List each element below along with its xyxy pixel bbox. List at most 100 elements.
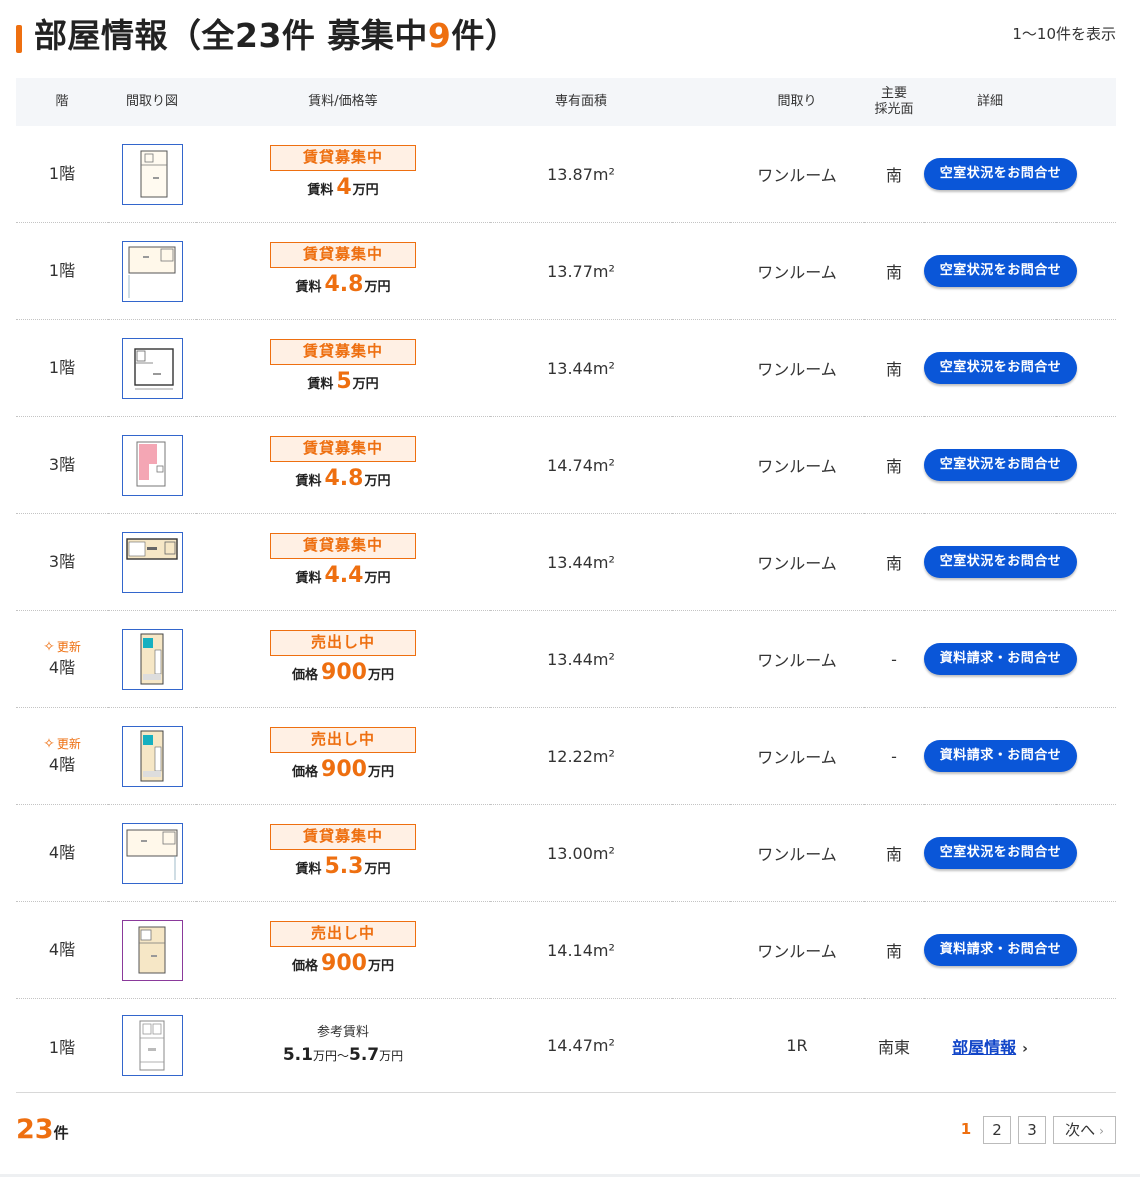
detail-cell: 資料請求・お問合せ: [924, 901, 1077, 999]
area-cell: 14.14m²: [490, 901, 672, 999]
floor-cell: 3階: [16, 416, 108, 514]
floor-cell: 1階: [16, 319, 108, 417]
status-badge: 売出し中: [270, 726, 416, 753]
col-plan: 間取り図: [108, 78, 196, 126]
status-badge: 賃貸募集中: [270, 241, 416, 268]
floor-cell: ✧ 更新 4階: [16, 707, 108, 805]
light-cell: 南: [864, 222, 924, 320]
table-row: ✧ 更新 4階 売出し中 価格 900万円 13.44m² ワンルーム - 資料請求・お問合せ: [16, 610, 1116, 708]
price-cell: 賃貸募集中 賃料 5万円: [196, 319, 490, 417]
next-page-button[interactable]: 次へ ›: [1053, 1116, 1116, 1144]
light-cell: -: [864, 707, 924, 805]
layout-cell: ワンルーム: [730, 610, 864, 708]
price-cell: 賃貸募集中賃料 4万円: [196, 126, 490, 223]
floor-label: 1階: [48, 261, 76, 280]
floor-cell: 1階: [16, 998, 108, 1093]
chevron-right-icon: ›: [1099, 1124, 1104, 1138]
price: 賃料 5万円: [307, 368, 379, 394]
room-info-link[interactable]: 部屋情報: [952, 1038, 1016, 1057]
status-badge: 賃貸募集中: [270, 144, 416, 171]
floor-plan-thumbnail[interactable]: [121, 725, 183, 787]
table-row: 4階 売出し中 価格 900万円 14.14m² ワンルーム南資料請求・お問合せ: [16, 901, 1116, 999]
inquiry-button[interactable]: 資料請求・お問合せ: [924, 740, 1077, 772]
col-layout: 間取り: [730, 78, 864, 126]
col-floor: 階: [16, 78, 108, 126]
area-cell: 13.44m²: [490, 610, 672, 708]
inquiry-button[interactable]: 空室状況をお問合せ: [924, 158, 1077, 190]
floor-label: 4階: [48, 940, 76, 959]
inquiry-button[interactable]: 空室状況をお問合せ: [924, 837, 1077, 869]
page-2-button[interactable]: 2: [983, 1116, 1011, 1144]
light-cell: 南: [864, 126, 924, 223]
inquiry-button[interactable]: 資料請求・お問合せ: [924, 643, 1077, 675]
floor-plan-thumbnail[interactable]: [121, 919, 183, 981]
chevron-right-icon: ›: [1022, 1040, 1028, 1057]
page-3-button[interactable]: 3: [1018, 1116, 1046, 1144]
floor-plan-thumbnail[interactable]: [121, 240, 183, 302]
price-cell: 売出し中 価格 900万円: [196, 901, 490, 999]
table-row: 4階 賃貸募集中 賃料 5.3万円 13.00m² ワンルーム南空室状況をお問合せ: [16, 804, 1116, 902]
floor-label: 1階: [48, 164, 76, 183]
price: 賃料 4万円: [307, 174, 379, 200]
sparkle-icon: ✧: [43, 736, 55, 752]
area-cell: 14.74m²: [490, 416, 672, 514]
reference-rent-label: 参考賃料: [316, 1025, 369, 1040]
table-row: 1階 賃貸募集中 賃料 5万円 13.44m² ワンルーム南空室状況をお問合せ: [16, 319, 1116, 417]
page-1-button[interactable]: 1: [956, 1116, 976, 1144]
price-cell: 賃貸募集中賃料 5.3万円: [196, 804, 490, 902]
detail-cell: 空室状況をお問合せ: [924, 319, 1077, 417]
col-price: 賃料/価格等: [196, 78, 490, 126]
price: 価格 900万円: [292, 659, 394, 685]
detail-cell: 部屋情報 ›: [924, 998, 1056, 1093]
price-cell: 賃貸募集中 賃料 4.8万円: [196, 222, 490, 320]
updated-badge: ✧ 更新: [43, 736, 81, 752]
page-title: 部屋情報（全23件 募集中9件）: [34, 16, 519, 55]
layout-cell: ワンルーム: [730, 416, 864, 514]
col-detail: 詳細: [924, 78, 1056, 126]
price-cell: 売出し中価格 900万円: [196, 707, 490, 805]
inquiry-button[interactable]: 空室状況をお問合せ: [924, 546, 1077, 578]
floor-cell: 1階: [16, 222, 108, 320]
inquiry-button[interactable]: 資料請求・お問合せ: [924, 934, 1077, 966]
area-cell: 13.44m²: [490, 513, 672, 611]
floor-plan-thumbnail[interactable]: [121, 531, 183, 593]
table-row: 1階 賃貸募集中 賃料 4.8万円 13.77m² ワンルーム南空室状況をお問合せ: [16, 222, 1116, 320]
floor-label: 3階: [48, 552, 76, 571]
light-cell: 南: [864, 319, 924, 417]
floor-plan-thumbnail[interactable]: [121, 143, 183, 205]
detail-cell: 資料請求・お問合せ: [924, 707, 1077, 805]
light-cell: 南: [864, 513, 924, 611]
floor-label: 4階: [48, 658, 76, 677]
light-cell: 南: [864, 416, 924, 514]
pagination: 1 2 3 次へ ›: [949, 1116, 1116, 1144]
light-cell: 南東: [864, 998, 924, 1093]
inquiry-button[interactable]: 空室状況をお問合せ: [924, 352, 1077, 384]
status-badge: 賃貸募集中: [270, 435, 416, 462]
floor-cell: 4階: [16, 901, 108, 999]
area-cell: 12.22m²: [490, 707, 672, 805]
floor-plan-thumbnail[interactable]: [121, 434, 183, 496]
page-header: 部屋情報（全23件 募集中9件） 1〜10件を表示: [16, 14, 1116, 58]
price: 賃料 5.3万円: [295, 853, 391, 879]
inquiry-button[interactable]: 空室状況をお問合せ: [924, 449, 1077, 481]
floor-cell: 4階: [16, 804, 108, 902]
price: 賃料 4.4万円: [295, 562, 391, 588]
total-count: 23件: [16, 1114, 69, 1145]
floor-plan-thumbnail[interactable]: [121, 1015, 183, 1076]
table-row: 3階 賃貸募集中 賃料 4.8万円 14.74m² ワンルーム南空室状況をお問合せ: [16, 416, 1116, 514]
layout-cell: ワンルーム: [730, 222, 864, 320]
light-cell: 南: [864, 901, 924, 999]
floor-label: 4階: [48, 843, 76, 862]
price: 価格 900万円: [292, 756, 394, 782]
table-row: 3階 賃貸募集中 賃料 4.4万円 13.44m² ワンルーム南空室状況をお問合せ: [16, 513, 1116, 611]
floor-plan-thumbnail[interactable]: [121, 822, 183, 884]
floor-cell: 3階: [16, 513, 108, 611]
layout-cell: ワンルーム: [730, 513, 864, 611]
inquiry-button[interactable]: 空室状況をお問合せ: [924, 255, 1077, 287]
recruiting-count: 9: [427, 16, 452, 55]
floor-plan-thumbnail[interactable]: [121, 628, 183, 690]
floor-plan-thumbnail[interactable]: [121, 337, 183, 399]
floor-label: 1階: [48, 358, 76, 377]
display-range: 1〜10件を表示: [1012, 25, 1116, 43]
status-badge: 賃貸募集中: [270, 823, 416, 850]
